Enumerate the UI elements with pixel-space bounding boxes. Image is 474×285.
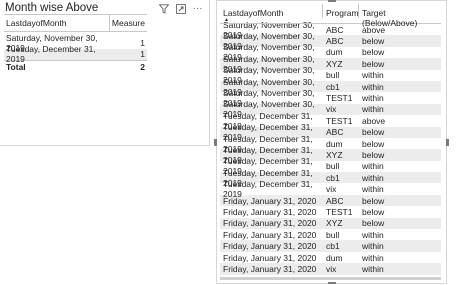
- program-cell: XYZ: [326, 218, 343, 229]
- target-cell: within: [362, 104, 384, 115]
- resize-handle-right[interactable]: [446, 139, 449, 146]
- resize-handle-left[interactable]: [214, 139, 217, 146]
- date-cell: Friday, January 31, 2020: [223, 206, 317, 217]
- program-cell: vix: [326, 184, 337, 195]
- table-row[interactable]: Friday, January 31, 2020 dum within: [220, 252, 441, 263]
- date-cell: Friday, January 31, 2020: [223, 195, 317, 206]
- program-cell: ABC: [326, 195, 344, 206]
- target-cell: within: [362, 161, 384, 172]
- target-cell: below: [362, 149, 385, 160]
- target-cell: within: [362, 93, 384, 104]
- target-cell: within: [362, 252, 384, 263]
- program-cell: ABC: [326, 127, 344, 138]
- date-cell: Friday, January 31, 2020: [223, 263, 317, 274]
- program-cell: bull: [326, 161, 340, 172]
- program-cell: dum: [326, 138, 343, 149]
- more-options-icon[interactable]: ···: [192, 3, 203, 14]
- month-wise-above-visual[interactable]: Month wise Above ··· LastdayofMonth Meas…: [0, 0, 210, 146]
- date-cell: Friday, January 31, 2020: [223, 252, 317, 263]
- measure-table: LastdayofMonth Measure Saturday, Novembe…: [4, 14, 147, 73]
- total-value: 2: [140, 62, 145, 72]
- table-body: Saturday, November 30, 2019 ABC above Satur…: [220, 20, 441, 275]
- table-row[interactable]: Friday, January 31, 2020 XYZ below: [220, 217, 441, 230]
- table-row[interactable]: Tuesday, December 31, 2019 1: [4, 44, 147, 65]
- target-cell: below: [362, 58, 385, 69]
- visual-header-icons: ···: [158, 3, 203, 14]
- target-cell: below: [362, 206, 385, 217]
- target-cell: within: [362, 263, 384, 274]
- program-cell: bull: [326, 229, 340, 240]
- target-cell: above: [362, 115, 386, 126]
- date-cell: Friday, January 31, 2020: [223, 218, 317, 229]
- resize-handle-top[interactable]: [328, 0, 336, 2]
- total-label: Total: [6, 62, 26, 72]
- date-cell: Friday, January 31, 2020: [223, 241, 317, 252]
- table-row[interactable]: Friday, January 31, 2020 ABC below: [220, 194, 441, 207]
- table-row[interactable]: Friday, January 31, 2020 bull within: [220, 229, 441, 240]
- program-table: LastdayofMonth Program Target (Below/Abo…: [220, 4, 441, 275]
- date-cell: Tuesday, December 31, 2019: [6, 44, 96, 65]
- program-cell: TEST1: [326, 206, 353, 217]
- column-header-program[interactable]: Program: [323, 4, 359, 18]
- target-cell: within: [362, 172, 384, 183]
- target-cell: below: [362, 218, 385, 229]
- focus-mode-icon[interactable]: [175, 3, 186, 14]
- target-cell: below: [362, 47, 385, 58]
- program-cell: dum: [326, 252, 343, 263]
- table-row[interactable]: Friday, January 31, 2020 vix within: [220, 263, 441, 275]
- program-cell: vix: [326, 263, 337, 274]
- program-cell: XYZ: [326, 149, 343, 160]
- target-cell: below: [362, 36, 385, 47]
- column-header-measure[interactable]: Measure: [110, 15, 147, 31]
- table-row[interactable]: Friday, January 31, 2020 TEST1 below: [220, 206, 441, 217]
- visual-title: Month wise Above: [5, 2, 99, 14]
- program-cell: bull: [326, 70, 340, 81]
- date-cell: Friday, January 31, 2020: [223, 229, 317, 240]
- horizontal-scrollbar[interactable]: [220, 275, 441, 282]
- target-cell: within: [362, 70, 384, 81]
- target-cell: within: [362, 241, 384, 252]
- column-header-target[interactable]: Target (Below/Above): [359, 4, 441, 28]
- target-cell: below: [362, 138, 385, 149]
- program-cell: TEST1: [326, 115, 353, 126]
- target-cell: below: [362, 195, 385, 206]
- table-row[interactable]: Tuesday, December 31, 2019 vix within: [220, 179, 441, 199]
- measure-cell: 1: [140, 37, 145, 48]
- target-cell: within: [362, 184, 384, 195]
- target-cell: within: [362, 229, 384, 240]
- target-cell: within: [362, 81, 384, 92]
- target-cell: below: [362, 127, 385, 138]
- resize-handle-bottom[interactable]: [328, 282, 336, 284]
- program-cell: cb1: [326, 241, 340, 252]
- sort-ascending-icon[interactable]: ▲: [224, 17, 229, 23]
- program-cell: TEST1: [326, 93, 353, 104]
- program-cell: dum: [326, 47, 343, 58]
- program-cell: cb1: [326, 172, 340, 183]
- table-header: LastdayofMonth Measure: [4, 14, 147, 32]
- program-cell: ABC: [326, 36, 344, 47]
- column-header-lastdayofmonth[interactable]: LastdayofMonth: [220, 4, 323, 18]
- filter-icon[interactable]: [158, 3, 169, 14]
- table-header: LastdayofMonth Program Target (Below/Abo…: [220, 4, 441, 28]
- program-cell: cb1: [326, 81, 340, 92]
- column-header-lastdayofmonth[interactable]: LastdayofMonth: [4, 15, 110, 31]
- program-cell: XYZ: [326, 58, 343, 69]
- table-row[interactable]: Friday, January 31, 2020 cb1 within: [220, 240, 441, 252]
- program-cell: ABC: [326, 24, 344, 35]
- measure-cell: 1: [140, 49, 145, 60]
- scrollbar-thumb[interactable]: [220, 277, 441, 280]
- program-cell: vix: [326, 104, 337, 115]
- total-row: Total 2: [4, 60, 147, 73]
